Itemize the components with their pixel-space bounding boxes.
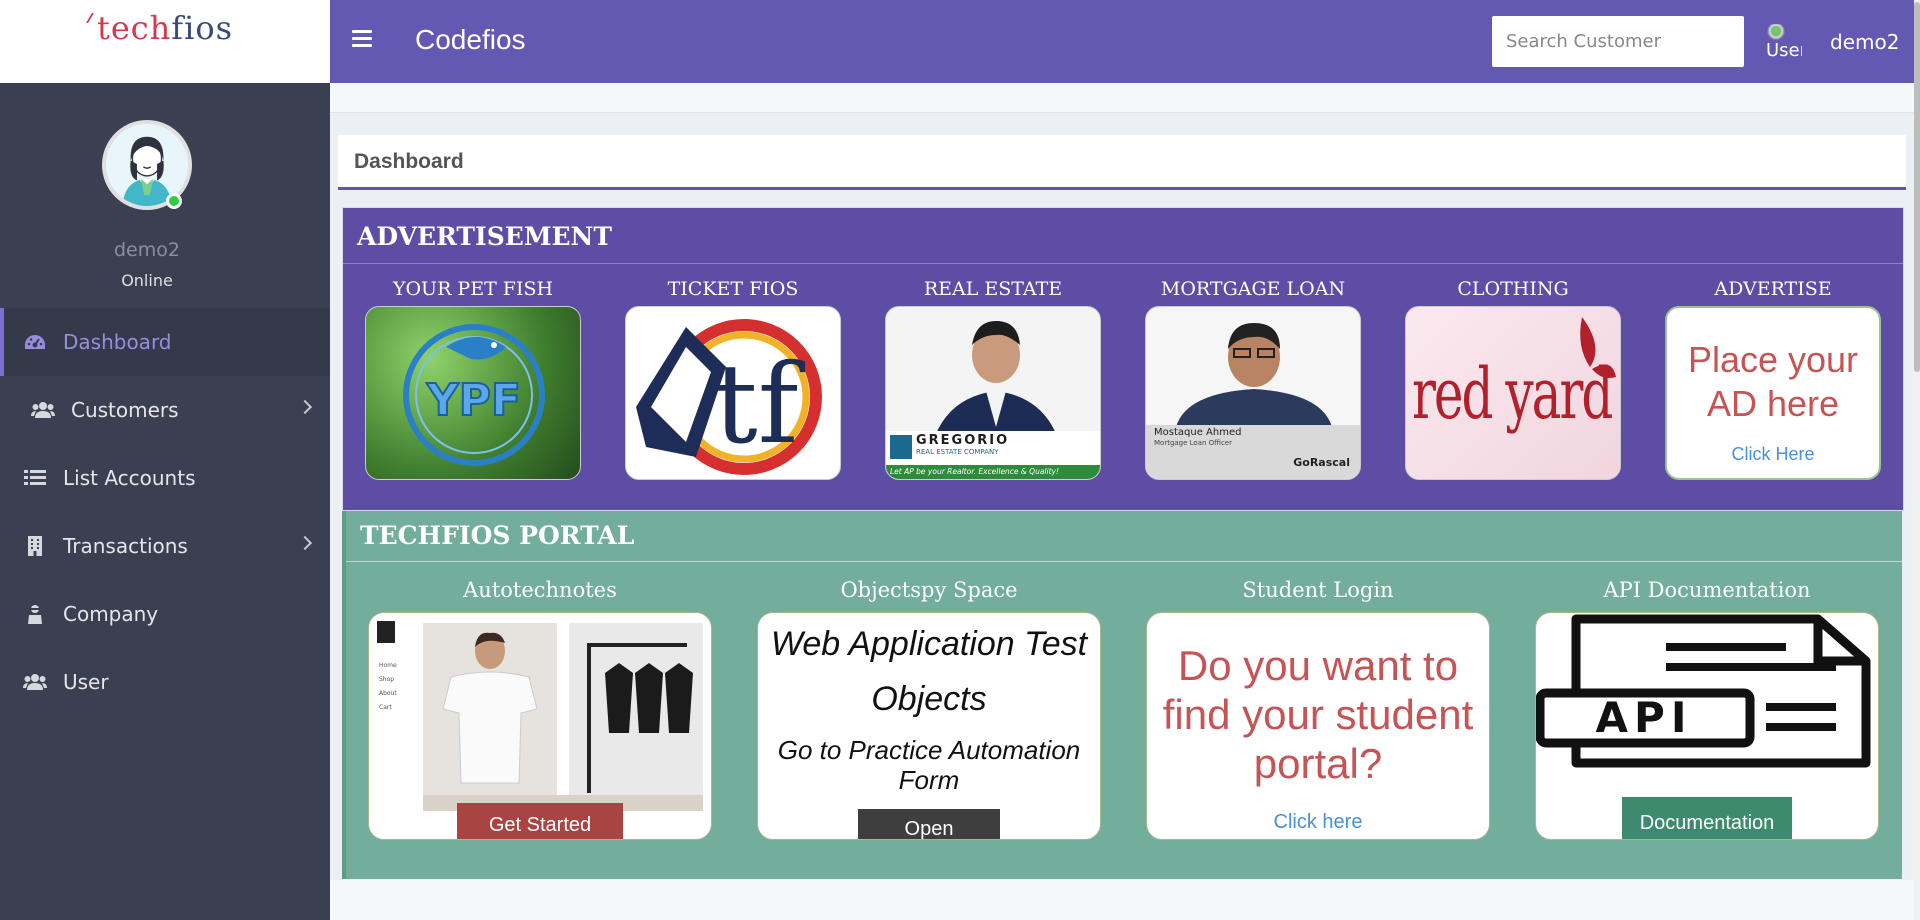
list-icon (22, 467, 48, 489)
search-customer-input[interactable] (1492, 16, 1744, 67)
clothing-ad-image[interactable]: red yard (1405, 306, 1621, 480)
documentation-button[interactable]: Documentation (1622, 797, 1792, 839)
content-top-strip (330, 83, 1920, 113)
ad-label: TICKET FIOS (667, 278, 799, 300)
header-user-avatar[interactable]: User (1766, 24, 1802, 70)
sidebar-item-label: Dashboard (63, 330, 172, 354)
portal-label: Autotechnotes (463, 578, 617, 602)
advertise-click-link[interactable]: Click Here (1667, 444, 1879, 465)
flower-icon (1580, 317, 1616, 378)
ad-card-clothing: CLOTHING red yard (1405, 278, 1621, 480)
logo-area[interactable]: techfios (0, 0, 330, 83)
company-icon (22, 603, 48, 625)
portal-title: TECHFIOS PORTAL (360, 521, 635, 550)
objectspy-preview[interactable]: Web Application Test Objects Go to Pract… (757, 612, 1101, 840)
ad-label: YOUR PET FISH (392, 278, 554, 300)
student-click-here-link[interactable]: Click here (1147, 811, 1489, 834)
portal-card-objectspy: Objectspy Space Web Application Test Obj… (757, 578, 1101, 840)
ad-label: CLOTHING (1457, 278, 1569, 300)
student-login-box[interactable]: Do you want to find your student portal?… (1146, 612, 1490, 840)
sidebar-item-label: List Accounts (63, 466, 196, 490)
chevron-right-icon (297, 399, 313, 415)
fish-logo-icon: YPF (403, 324, 545, 466)
portal-card-api-documentation: API Documentation API Documentation (1535, 578, 1879, 840)
svg-text:YPF: YPF (426, 375, 521, 426)
portal-card-autotechnotes: Autotechnotes Home Shop About Cart Get S… (368, 578, 712, 840)
portal-label: Student Login (1242, 578, 1394, 602)
real-estate-ad-image[interactable]: GREGORIO REAL ESTATE COMPANY Let AP be y… (885, 306, 1101, 480)
menu-toggle-icon[interactable] (352, 30, 372, 48)
ad-card-real-estate: REAL ESTATE GREGORIO REAL ESTATE COMPANY… (885, 278, 1101, 480)
sidebar-item-label: Company (63, 602, 159, 626)
ad-card-pet-fish: YOUR PET FISH YPF (365, 278, 581, 480)
ticket-fios-ad-image[interactable]: tf (625, 306, 841, 480)
dashboard-icon (22, 331, 48, 353)
sidebar-user-status: Online (121, 271, 173, 290)
sidebar-item-transactions[interactable]: Transactions (0, 512, 330, 580)
advertise-here-box[interactable]: Place your AD here Click Here (1665, 306, 1881, 480)
sidebar-item-label: User (63, 670, 109, 694)
ad-card-mortgage-loan: MORTGAGE LOAN Mostaque Ahmed Mortgage Lo… (1145, 278, 1361, 480)
get-started-button[interactable]: Get Started (457, 803, 623, 839)
portal-label: Objectspy Space (840, 578, 1018, 602)
sidebar: demo2 Online Dashboard Customers List Ac… (0, 83, 330, 920)
sidebar-nav: Dashboard Customers List Accounts Transa… (0, 308, 330, 716)
ad-label: ADVERTISE (1714, 278, 1832, 300)
sidebar-item-company[interactable]: Company (0, 580, 330, 648)
app-title: Codefios (415, 24, 526, 55)
api-documentation-preview[interactable]: API Documentation (1535, 612, 1879, 840)
autotechnotes-preview[interactable]: Home Shop About Cart Get Started (368, 612, 712, 840)
sidebar-username: demo2 (114, 239, 180, 261)
techfios-logo: techfios (86, 9, 233, 47)
sidebar-item-label: Transactions (63, 534, 188, 558)
ad-card-ticket-fios: TICKET FIOS tf (625, 278, 841, 480)
page-title: Dashboard (354, 150, 464, 173)
content-bottom-strip (330, 880, 1920, 920)
building-icon (22, 535, 48, 557)
online-status-dot (166, 193, 182, 209)
chevron-right-icon (297, 535, 313, 551)
ad-card-advertise: ADVERTISE Place your AD here Click Here (1665, 278, 1881, 480)
sidebar-item-dashboard[interactable]: Dashboard (0, 308, 330, 376)
top-header: Codefios User demo2 (330, 0, 1920, 83)
sidebar-item-customers[interactable]: Customers (0, 376, 330, 444)
mortgage-ad-image[interactable]: Mostaque Ahmed Mortgage Loan Officer GoR… (1145, 306, 1361, 480)
ad-label: REAL ESTATE (923, 278, 1063, 300)
header-username[interactable]: demo2 (1830, 30, 1899, 54)
sidebar-item-label: Customers (71, 398, 179, 422)
techfios-portal-panel: TECHFIOS PORTAL Autotechnotes Home Shop … (342, 511, 1902, 879)
sidebar-item-list-accounts[interactable]: List Accounts (0, 444, 330, 512)
svg-text:tf: tf (714, 340, 806, 468)
dashboard-header-box: Dashboard (338, 135, 1906, 190)
ad-label: MORTGAGE LOAN (1160, 278, 1346, 300)
advertisement-title: ADVERTISEMENT (357, 222, 613, 251)
open-button[interactable]: Open (858, 809, 1000, 839)
page-scrollbar[interactable] (1914, 0, 1920, 920)
pet-fish-ad-image[interactable]: YPF (365, 306, 581, 480)
loan-officer-photo-icon (1146, 323, 1360, 479)
ticket-logo-icon: tf (636, 319, 822, 475)
portal-label: API Documentation (1603, 578, 1811, 602)
svg-text:API: API (1596, 693, 1693, 742)
sidebar-item-user[interactable]: User (0, 648, 330, 716)
portal-card-student-login: Student Login Do you want to find your s… (1146, 578, 1490, 840)
users-icon (30, 399, 56, 421)
users-icon (22, 671, 48, 693)
advertisement-panel: ADVERTISEMENT YOUR PET FISH YPF TICKET F… (342, 207, 1904, 511)
